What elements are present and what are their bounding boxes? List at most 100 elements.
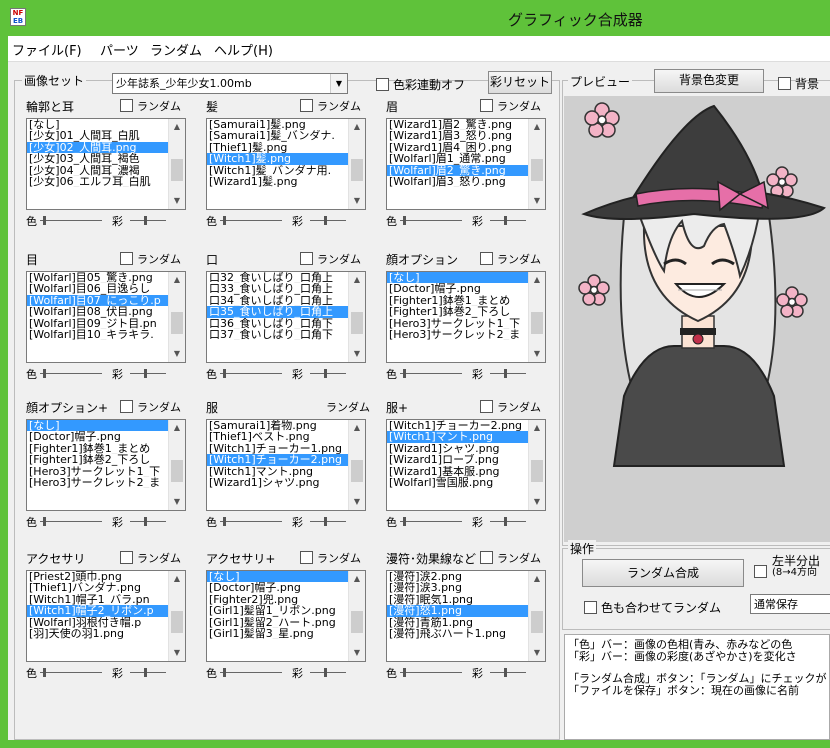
scroll-up-icon[interactable]: ▲ [349,272,365,288]
scroll-down-icon[interactable]: ▼ [169,645,185,661]
slider-thumb[interactable] [223,517,226,526]
list-item[interactable]: [Thief1]髪.png [207,142,350,153]
part-listbox[interactable]: [Wolfarl]目05_驚き.png [Wolfarl]目06_目逸らし [Wol… [26,271,186,363]
random-check[interactable]: ランダム [480,399,541,415]
menu-random[interactable]: ランダム [150,40,202,59]
scroll-down-icon[interactable]: ▼ [349,346,365,362]
list-item[interactable]: [Wolfarl]目07_にっこり.p [27,294,170,307]
saturation-slider[interactable] [490,369,526,378]
split-checkbox[interactable] [754,565,767,578]
slider-thumb[interactable] [403,668,406,677]
list-item[interactable]: [Witch1]髪_バンダナ用. [207,165,350,176]
list-item[interactable]: [Wolfarl]目09_ジト目.pn [27,318,170,329]
slider-thumb[interactable] [324,369,327,378]
random-check[interactable]: ランダム [120,399,181,415]
list-item[interactable]: [漫符]眠気1.png [387,594,530,605]
slider-thumb[interactable] [223,216,226,225]
list-item[interactable]: [なし] [207,571,350,583]
random-check[interactable]: ランダム [300,251,361,267]
slider-thumb[interactable] [43,369,46,378]
part-listbox[interactable]: [Priest2]頭巾.png [Thief1]バンダナ.png [Witch1]帽… [26,570,186,662]
random-compose-button[interactable]: ランダム合成 [582,559,744,587]
list-item[interactable]: [Witch1]帽子1_バラ.pn [27,594,170,605]
list-item[interactable]: [Wizard1]髪.png [207,176,350,187]
slider-thumb[interactable] [43,216,46,225]
scrollbar[interactable]: ▲ ▼ [528,119,545,209]
scroll-thumb[interactable] [531,159,543,181]
random-check[interactable]: ランダム [120,98,181,114]
list-item[interactable]: [Hero3]サークレット2_ま [387,329,530,340]
slider-thumb[interactable] [403,517,406,526]
list-item[interactable]: [Girl1]髪留1_リボン.png [207,605,350,616]
list-item[interactable]: [Witch1]チョーカー2.png [207,454,350,466]
scrollbar[interactable]: ▲ ▼ [528,272,545,362]
list-item[interactable]: [少女]06_エルフ耳_白肌 [27,176,170,187]
list-item[interactable]: [Wolfarl]目08_伏目.png [27,306,170,317]
list-item[interactable]: [Witch1]マント.png [207,466,350,477]
saturation-slider[interactable] [310,668,346,677]
slider-thumb[interactable] [144,216,147,225]
list-item[interactable]: [Witch1]チョーカー2.png [387,420,530,431]
list-item[interactable]: [Fighter1]鉢巻2_下ろし [387,306,530,317]
saturation-slider[interactable] [130,369,166,378]
scrollbar[interactable]: ▲ ▼ [348,420,365,510]
scrollbar[interactable]: ▲ ▼ [168,571,185,661]
scroll-up-icon[interactable]: ▲ [349,420,365,436]
scroll-thumb[interactable] [351,611,363,633]
list-item[interactable]: [Samurai1]髪_バンダナ. [207,130,350,141]
list-item[interactable]: [Samurai1]着物.png [207,420,350,431]
list-item[interactable]: [Witch1]帽子2_リボン.p [27,605,170,617]
color-random-check[interactable]: 色も合わせてランダム [584,599,721,616]
list-item[interactable]: [Wolfarl]目10_キラキラ. [27,329,170,340]
part-listbox[interactable]: [なし] [少女]01_人間耳_白肌 [少女]02_人間耳.png [少女]03_人間… [26,118,186,210]
scrollbar[interactable]: ▲ ▼ [528,571,545,661]
list-item[interactable]: 口35_食いしばり_口角上 [207,306,350,318]
slider-thumb[interactable] [504,668,507,677]
saturation-slider[interactable] [310,517,346,526]
save-mode-select[interactable]: 通常保存 [750,594,830,614]
scroll-thumb[interactable] [531,312,543,334]
list-item[interactable]: [少女]04_人間耳_濃褐 [27,165,170,176]
menu-file[interactable]: ファイル(F) [12,40,82,59]
color-link-check[interactable]: 色彩連動オフ [376,76,465,93]
scroll-down-icon[interactable]: ▼ [169,494,185,510]
list-item[interactable]: [Hero3]サークレット1_下 [27,466,170,477]
slider-thumb[interactable] [504,369,507,378]
list-item[interactable]: [Fighter2]兜.png [207,594,350,605]
list-item[interactable]: [少女]02_人間耳.png [27,141,170,154]
scroll-thumb[interactable] [531,611,543,633]
color-slider[interactable] [400,216,462,225]
scroll-thumb[interactable] [351,312,363,334]
color-slider[interactable] [220,668,282,677]
part-listbox[interactable]: [なし] [Doctor]帽子.png [Fighter1]鉢巻1_まとめ [Figh… [26,419,186,511]
list-item[interactable]: [Hero3]サークレット1_下 [387,318,530,329]
part-listbox[interactable]: [なし] [Doctor]帽子.png [Fighter1]鉢巻1_まとめ [Figh… [386,271,546,363]
color-slider[interactable] [220,369,282,378]
list-item[interactable]: [Wolfarl]目06_目逸らし [27,283,170,294]
list-item[interactable]: [Girl1]髪留2_ハート.png [207,617,350,628]
menu-parts[interactable]: パーツ [100,40,139,59]
color-slider[interactable] [40,668,102,677]
list-item[interactable]: [少女]03_人間耳_褐色 [27,153,170,164]
scroll-thumb[interactable] [171,460,183,482]
list-item[interactable]: [Wizard1]シャツ.png [207,477,350,488]
scroll-up-icon[interactable]: ▲ [529,119,545,135]
list-item[interactable]: [Fighter1]鉢巻1_まとめ [387,295,530,306]
list-item[interactable]: [Wolfarl]目05_驚き.png [27,272,170,283]
scrollbar[interactable]: ▲ ▼ [528,420,545,510]
scroll-down-icon[interactable]: ▼ [349,645,365,661]
list-item[interactable]: [Witch1]チョーカー1.png [207,443,350,454]
list-item[interactable]: [Wizard1]眉3_怒り.png [387,130,530,141]
list-item[interactable]: [漫符]青筋1.png [387,617,530,628]
saturation-slider[interactable] [130,216,166,225]
scroll-down-icon[interactable]: ▼ [349,494,365,510]
part-listbox[interactable]: [漫符]涙2.png [漫符]涙3.png [漫符]眠気1.png [漫符]怒1.pn… [386,570,546,662]
list-item[interactable]: [Wizard1]眉2_驚き.png [387,119,530,130]
color-slider[interactable] [400,517,462,526]
list-item[interactable]: 口36_食いしばり_口角下 [207,318,350,329]
scroll-up-icon[interactable]: ▲ [169,119,185,135]
slider-thumb[interactable] [144,369,147,378]
list-item[interactable]: [なし] [27,420,170,432]
list-item[interactable]: [漫符]涙2.png [387,571,530,582]
slider-thumb[interactable] [43,517,46,526]
